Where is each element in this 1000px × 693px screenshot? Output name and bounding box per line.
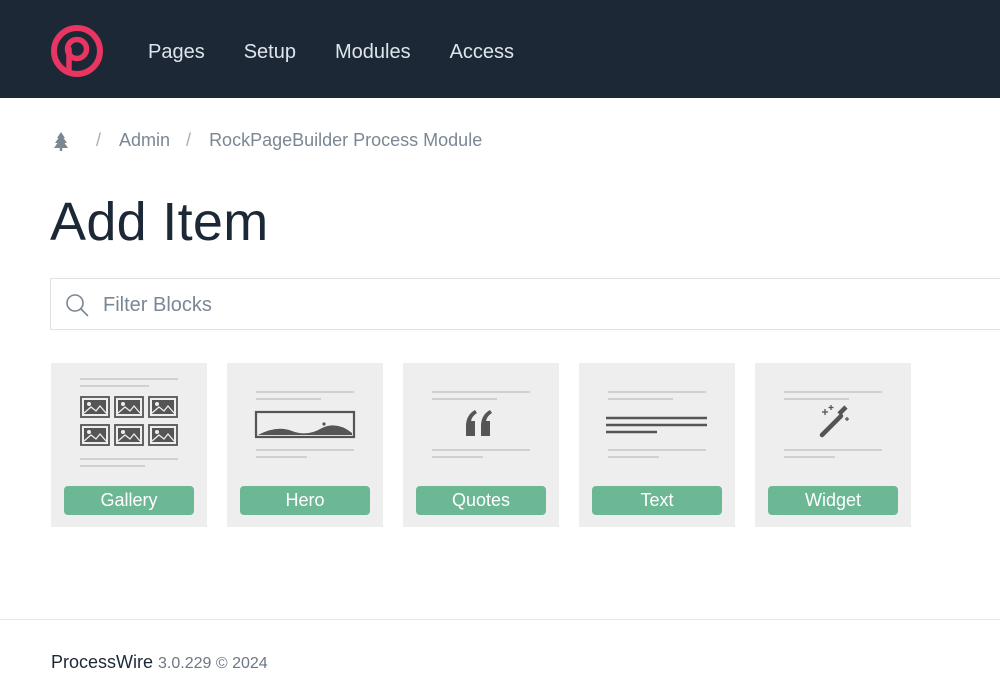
- breadcrumb-rockpagebuilder[interactable]: RockPageBuilder Process Module: [209, 130, 482, 151]
- block-label: Widget: [768, 486, 898, 515]
- search-icon: [66, 294, 89, 317]
- breadcrumb-separator: /: [96, 130, 102, 150]
- gallery-thumbnail-icon: [80, 378, 178, 467]
- nav-pages[interactable]: Pages: [148, 38, 205, 66]
- block-label: Hero: [240, 486, 370, 515]
- nav-setup[interactable]: Setup: [244, 38, 296, 66]
- processwire-logo-icon[interactable]: [50, 24, 104, 78]
- nav-access[interactable]: Access: [450, 38, 514, 66]
- breadcrumb-separator: /: [186, 130, 192, 150]
- block-label: Quotes: [416, 486, 546, 515]
- text-thumbnail-icon: [606, 391, 707, 458]
- block-text[interactable]: Text: [579, 363, 735, 527]
- footer-version: 3.0.229 © 2024: [158, 655, 268, 672]
- block-label: Text: [592, 486, 722, 515]
- filter-blocks-input[interactable]: [103, 289, 703, 321]
- main-nav: Pages Setup Modules Access: [148, 38, 553, 66]
- magic-wand-thumbnail-icon: [784, 391, 882, 458]
- footer: ProcessWire 3.0.229 © 2024: [51, 652, 268, 673]
- breadcrumb-admin[interactable]: Admin: [119, 130, 170, 151]
- footer-brand[interactable]: ProcessWire: [51, 652, 153, 672]
- nav-modules[interactable]: Modules: [335, 38, 411, 66]
- breadcrumb: / Admin / RockPageBuilder Process Module: [52, 130, 498, 151]
- quotes-thumbnail-icon: [432, 391, 530, 458]
- block-widget[interactable]: Widget: [755, 363, 911, 527]
- block-hero[interactable]: Hero: [227, 363, 383, 527]
- block-gallery[interactable]: Gallery: [51, 363, 207, 527]
- hero-thumbnail-icon: [254, 391, 356, 458]
- footer-divider: [0, 619, 1000, 620]
- block-quotes[interactable]: Quotes: [403, 363, 559, 527]
- tree-icon[interactable]: [52, 131, 70, 151]
- top-bar: Pages Setup Modules Access: [0, 0, 1000, 98]
- filter-box: [50, 278, 1000, 330]
- page-title: Add Item: [50, 192, 269, 252]
- blocks-grid: Gallery Hero Quotes Text Widget: [51, 363, 931, 527]
- block-label: Gallery: [64, 486, 194, 515]
